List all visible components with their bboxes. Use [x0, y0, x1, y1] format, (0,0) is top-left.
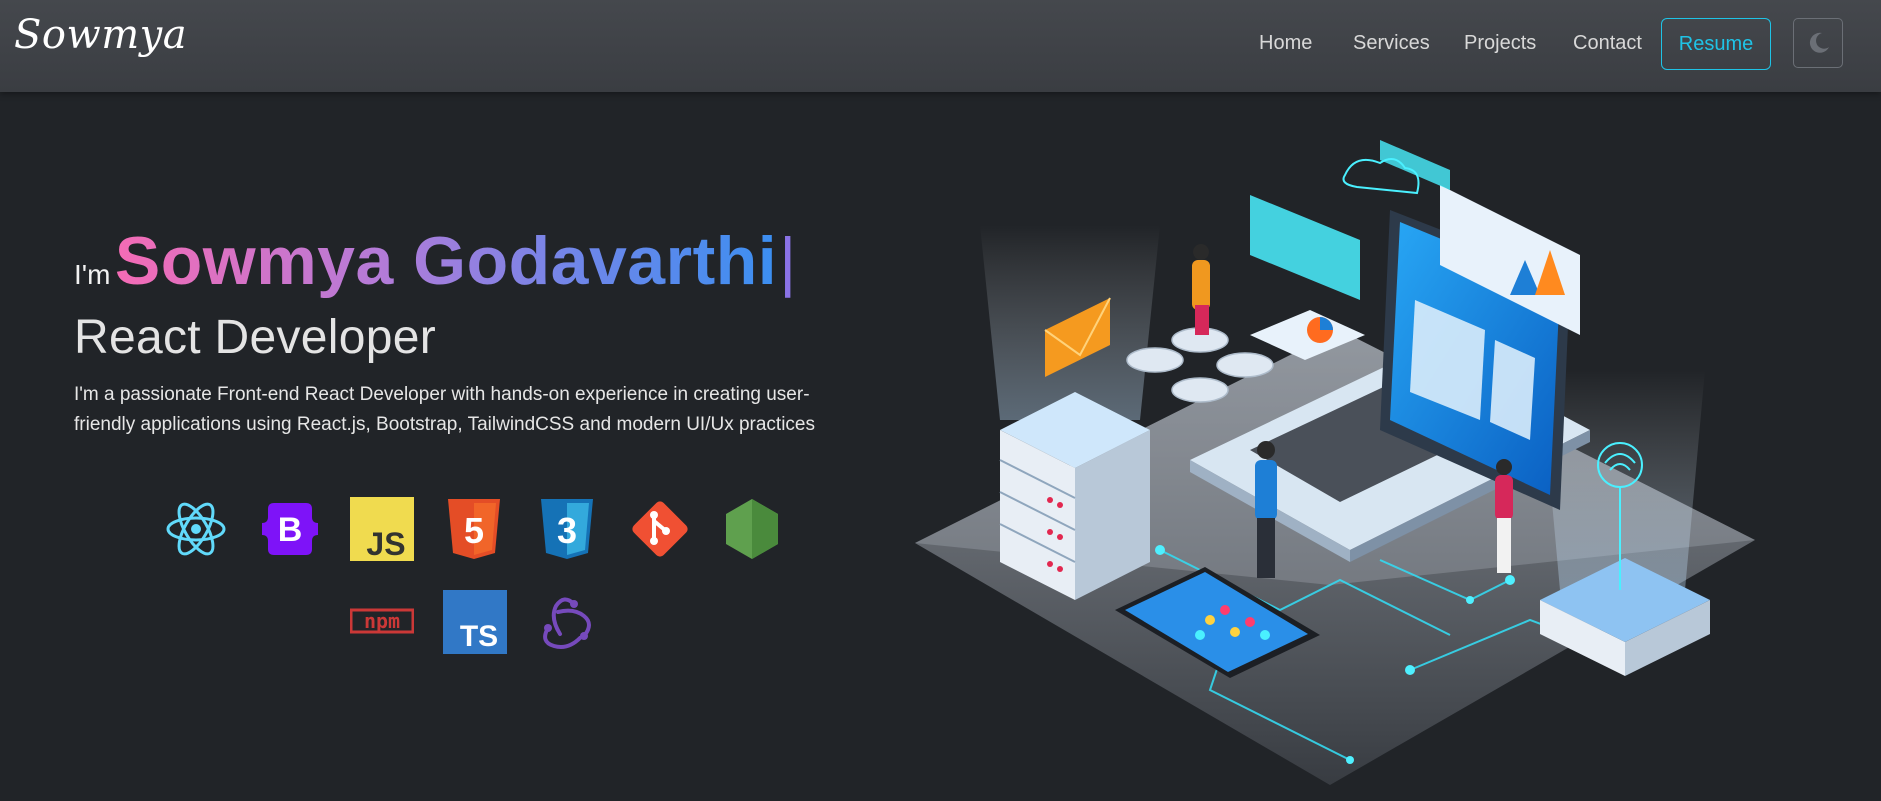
theme-toggle-button[interactable] — [1793, 18, 1843, 68]
resume-button[interactable]: Resume — [1661, 18, 1771, 70]
javascript-icon: JS — [350, 497, 414, 561]
nav-link-contact[interactable]: Contact — [1573, 32, 1642, 55]
hero-role: React Developer — [74, 311, 437, 364]
moon-icon — [1809, 32, 1829, 53]
typing-cursor: | — [779, 224, 797, 298]
git-icon — [628, 497, 692, 561]
description-line-1: I'm a passionate Front-end React Develop… — [74, 384, 810, 405]
css3-icon: 3 — [535, 497, 599, 561]
html5-number: 5 — [464, 510, 484, 551]
greeting-prefix: I'm — [74, 259, 111, 290]
navbar: Sowmya Home Services Projects Contact Re… — [0, 0, 1881, 92]
npm-icon: npm — [350, 590, 414, 654]
js-letters: JS — [366, 526, 405, 561]
npm-letters: npm — [364, 609, 400, 633]
description-line-2: friendly applications using React.js, Bo… — [74, 414, 815, 435]
hero-description: I'm a passionate Front-end React Develop… — [74, 380, 874, 440]
css3-number: 3 — [557, 510, 577, 551]
nav-link-services[interactable]: Services — [1353, 32, 1430, 55]
hero-illustration — [910, 130, 1770, 796]
nav-link-home[interactable]: Home — [1259, 32, 1312, 55]
nodejs-icon — [720, 497, 784, 561]
hero-name: Sowmya Godavarthi — [114, 223, 778, 299]
hero-heading: I'm Sowmya Godavarthi| — [74, 222, 796, 300]
brand-logo[interactable]: Sowmya — [14, 12, 187, 58]
html5-icon: 5 — [442, 497, 506, 561]
nav-link-projects[interactable]: Projects — [1464, 32, 1536, 55]
redux-icon — [534, 590, 598, 654]
bootstrap-letter: B — [278, 511, 303, 549]
isometric-developer-illustration — [915, 140, 1755, 785]
bootstrap-icon: B — [258, 497, 322, 561]
typescript-icon: TS — [443, 590, 507, 654]
ts-letters: TS — [460, 620, 498, 653]
react-icon — [164, 497, 228, 561]
